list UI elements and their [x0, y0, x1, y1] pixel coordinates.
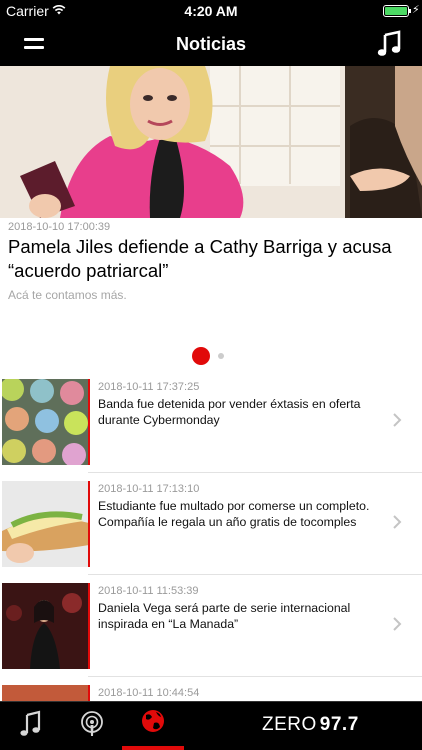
news-headline: Estudiante fue multado por comerse un co…	[98, 499, 370, 529]
news-headline: Banda fue detenida por vender éxtasis en…	[98, 397, 361, 427]
news-item[interactable]: 2018-10-11 11:53:39 Daniela Vega será pa…	[0, 580, 422, 682]
chevron-right-icon	[393, 413, 402, 427]
news-item[interactable]: 2018-10-11 17:13:10 Estudiante fue multa…	[0, 478, 422, 580]
brand-frequency: 97.7	[319, 714, 359, 735]
accent-bar	[88, 583, 90, 669]
news-thumbnail	[2, 379, 89, 465]
divider	[88, 574, 422, 575]
music-note-icon[interactable]	[374, 30, 404, 58]
tab-bar: ZERO 97.7	[0, 701, 422, 750]
news-date: 2018-10-11 11:53:39	[98, 585, 199, 597]
active-tab-indicator	[122, 746, 184, 750]
clock: 4:20 AM	[184, 3, 238, 19]
page-dot-active[interactable]	[192, 347, 210, 365]
hero-subtitle: Acá te contamos más.	[8, 288, 127, 302]
accent-bar	[88, 379, 90, 465]
brand-name: ZERO	[262, 714, 317, 735]
chevron-right-icon	[393, 617, 402, 631]
podcast-icon	[81, 711, 103, 736]
battery-icon	[383, 5, 409, 17]
nav-bar: Noticias	[0, 22, 422, 66]
chevron-right-icon	[393, 515, 402, 529]
charging-icon: ⚡	[412, 4, 420, 16]
battery-tip	[409, 9, 411, 13]
news-thumbnail	[2, 583, 89, 669]
tab-podcast[interactable]	[70, 701, 114, 750]
tab-bar-border	[0, 701, 422, 702]
news-headline: Daniela Vega será parte de serie interna…	[98, 601, 351, 631]
hero-date: 2018-10-10 17:00:39	[8, 221, 111, 233]
page-title: Noticias	[175, 34, 247, 54]
hero-photo	[0, 66, 422, 218]
status-bar: Carrier 4:20 AM ⚡	[0, 0, 422, 22]
tab-globe[interactable]	[122, 701, 184, 750]
divider	[88, 676, 422, 677]
news-item[interactable]: 2018-10-11 17:37:25 Banda fue detenida p…	[0, 376, 422, 478]
news-date: 2018-10-11 17:13:10	[98, 483, 200, 495]
news-date: 2018-10-11 10:44:54	[98, 687, 200, 699]
music-icon	[20, 710, 41, 736]
divider	[88, 472, 422, 473]
news-date: 2018-10-11 17:37:25	[98, 381, 200, 393]
page-indicator[interactable]	[192, 347, 232, 365]
accent-bar	[88, 481, 90, 567]
hero-headline[interactable]: Pamela Jiles defiende a Cathy Barriga y …	[8, 235, 414, 283]
news-thumbnail	[2, 481, 89, 567]
page-dot[interactable]	[218, 353, 224, 359]
station-logo: ZERO 97.7	[262, 714, 359, 736]
globe-icon	[142, 710, 164, 732]
tab-music[interactable]	[10, 701, 54, 750]
hero-image[interactable]	[0, 66, 422, 218]
